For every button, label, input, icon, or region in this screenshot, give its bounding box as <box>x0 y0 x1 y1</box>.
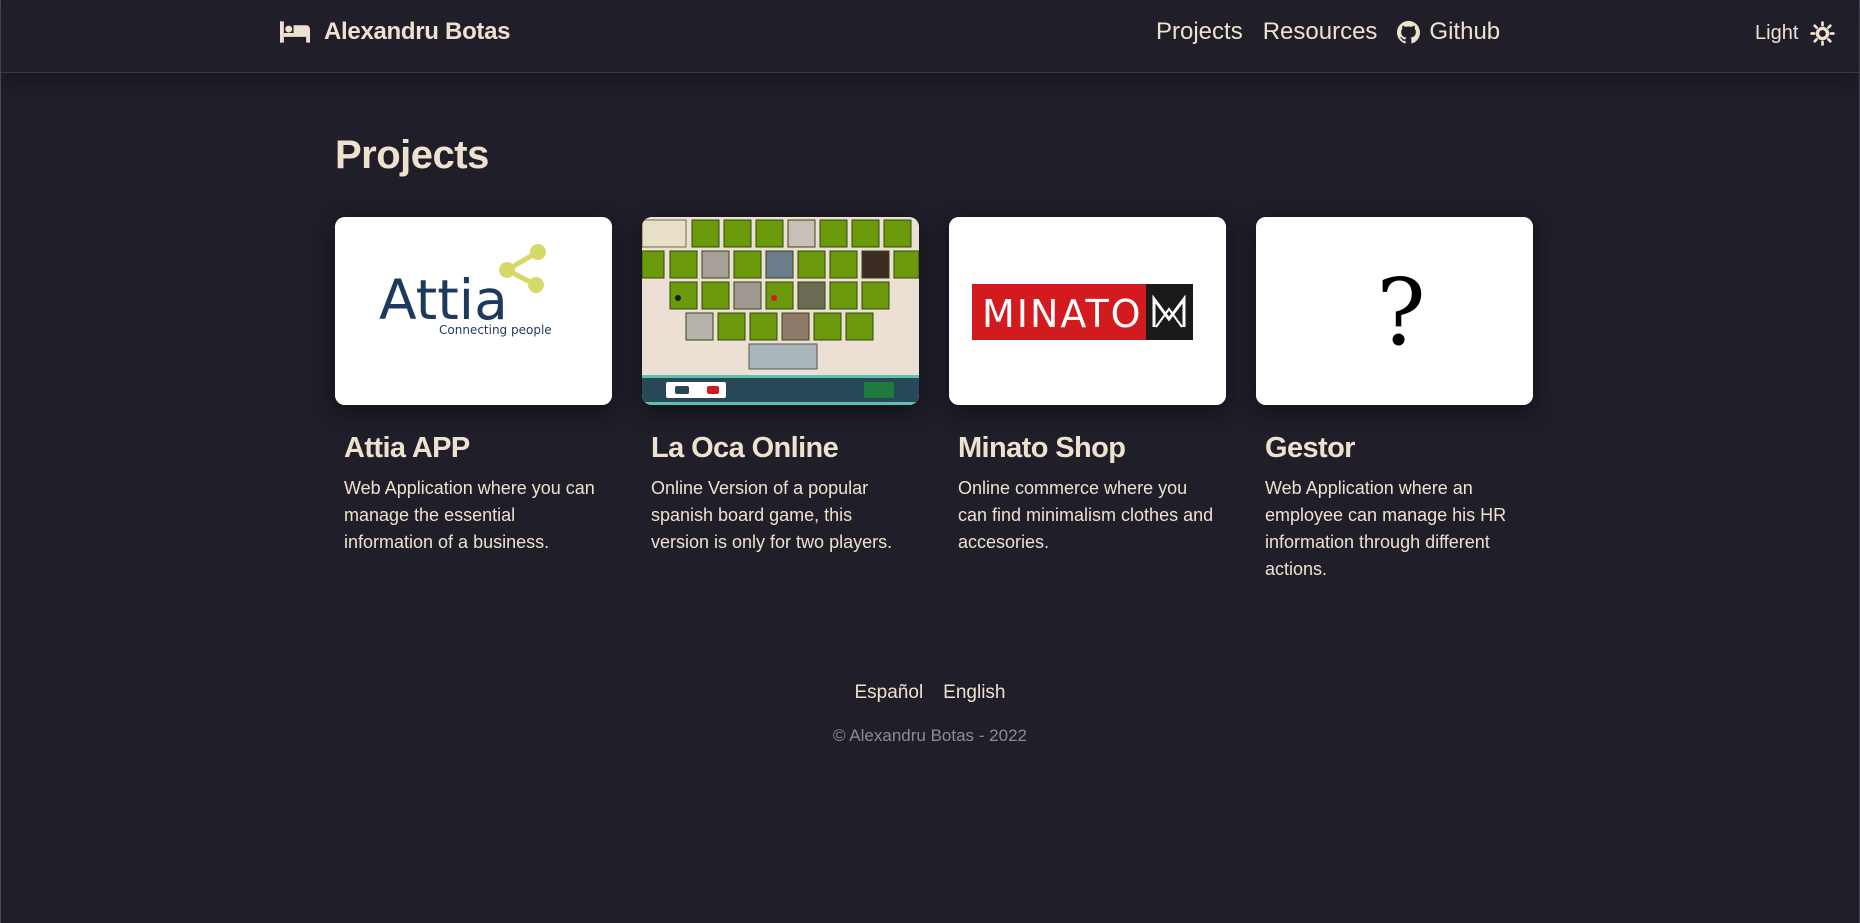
brand-name: Alexandru Botas <box>324 18 511 45</box>
question-mark-icon: ? <box>1256 217 1533 405</box>
project-card-minato[interactable]: MINATO Minato Shop Online commerce where… <box>949 217 1226 583</box>
github-icon <box>1397 20 1421 43</box>
lang-english-link[interactable]: English <box>943 682 1005 704</box>
sun-icon <box>1810 21 1836 46</box>
project-title-minato: Minato Shop <box>958 432 1126 464</box>
top-navbar: Alexandru Botas Projects Resources Githu… <box>1 0 1859 73</box>
theme-toggle[interactable]: Light <box>1755 21 1836 46</box>
project-description-gestor: Web Application where an employee can ma… <box>1265 477 1507 579</box>
lang-spanish-link[interactable]: Español <box>855 682 924 704</box>
main-nav: Projects Resources Github <box>1156 18 1500 46</box>
project-card-la-oca[interactable]: La Oca Online Online Version of a popula… <box>642 217 919 583</box>
project-description-la-oca: Online Version of a popular spanish boar… <box>651 477 893 552</box>
brand-link[interactable]: Alexandru Botas <box>280 18 511 46</box>
project-title-gestor: Gestor <box>1265 432 1355 464</box>
project-thumbnail-la-oca <box>642 217 919 405</box>
copyright-text: © Alexandru Botas - 2022 <box>833 726 1027 745</box>
language-switcher: Español English <box>1 682 1859 704</box>
nav-github-label: Github <box>1429 18 1501 45</box>
project-title-attia: Attia APP <box>344 432 470 464</box>
gestor-logo-text: ? <box>1376 259 1425 366</box>
project-card-gestor[interactable]: ? Gestor Web Application where an employ… <box>1256 217 1533 583</box>
project-title-la-oca: La Oca Online <box>651 432 839 464</box>
project-description-minato: Online commerce where you can find minim… <box>958 477 1214 552</box>
project-card-attia[interactable]: Attia Connecting people Attia APP Web Ap… <box>335 217 612 583</box>
attia-logo-tagline: Connecting people <box>439 323 552 337</box>
nav-projects-link[interactable]: Projects <box>1156 18 1243 46</box>
nav-resources-link[interactable]: Resources <box>1263 18 1378 46</box>
project-thumbnail-minato: MINATO <box>949 217 1226 405</box>
minato-logo: MINATO <box>949 217 1226 405</box>
nav-github-link[interactable]: Github <box>1397 18 1500 46</box>
page: Alexandru Botas Projects Resources Githu… <box>0 0 1860 923</box>
project-thumbnail-gestor: ? <box>1256 217 1533 405</box>
bed-icon <box>280 21 311 43</box>
attia-logo: Attia Connecting people <box>335 217 612 405</box>
project-thumbnail-attia: Attia Connecting people <box>335 217 612 405</box>
oca-board-screenshot <box>642 217 919 405</box>
theme-toggle-label: Light <box>1755 22 1799 44</box>
projects-grid: Attia Connecting people Attia APP Web Ap… <box>335 217 1533 583</box>
minato-logo-text: MINATO <box>982 292 1143 336</box>
footer: Español English © Alexandru Botas - 2022 <box>1 682 1859 746</box>
page-title: Projects <box>335 133 489 177</box>
project-description-attia: Web Application where you can manage the… <box>344 477 595 552</box>
